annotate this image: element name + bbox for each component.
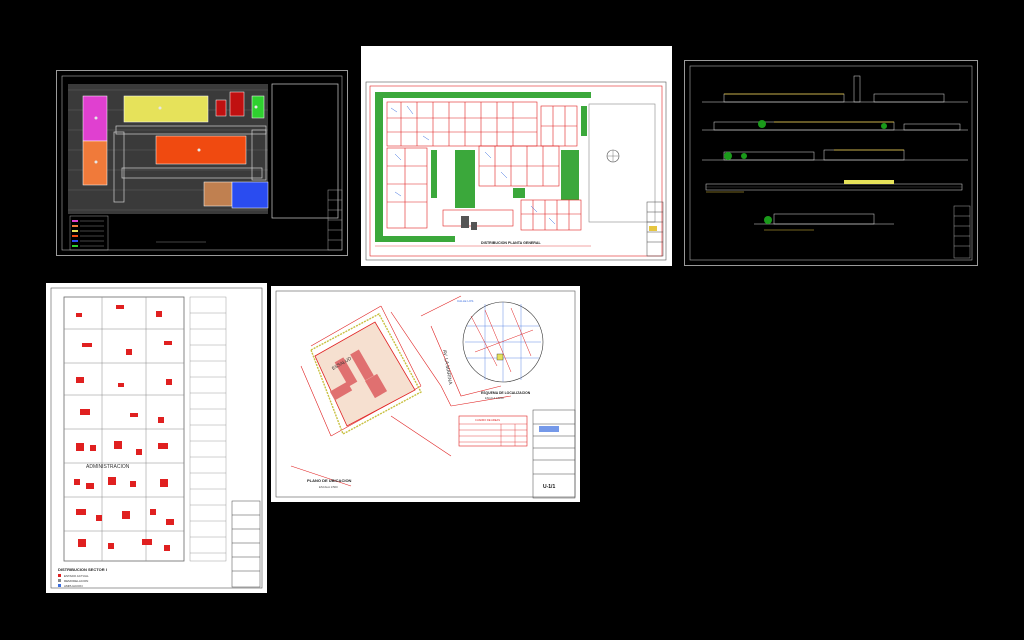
zone-green [251, 95, 265, 119]
sector-legend-item: AMPLIACION [64, 584, 83, 588]
sector-room-label: ADMINISTRACION [86, 464, 130, 470]
sector-legend-title: DISTRIBUCION SECTOR I [58, 567, 107, 572]
plan-scale: ESCALA 1/500 [319, 485, 338, 489]
location-plan-drawing: ESSALUD AV. LA MARINA CALLE LOS ESQUEMA … [271, 286, 580, 502]
zone-red-small-2 [229, 91, 245, 117]
location-inset-scale: ESCALA 1/5000 [485, 396, 504, 400]
zone-blue [231, 181, 269, 209]
street-top-label: CALLE LOS [457, 299, 473, 303]
floor-plan-drawing: DISTRIBUCION PLANTA GENERAL [361, 46, 672, 266]
elevations-sheet[interactable] [684, 60, 978, 266]
location-inset-title: ESQUEMA DE LOCALIZACION [481, 391, 531, 395]
zone-yellow [123, 95, 209, 123]
elevations-drawing [684, 60, 978, 266]
sector-legend-item: ESTADO ACTUAL [64, 574, 89, 578]
location-inset [462, 301, 544, 383]
sheet-code: U-1/1 [543, 484, 555, 490]
area-table-title: CUADRO DE AREAS [475, 418, 500, 422]
plan-title: PLANO DE UBICACION [307, 478, 352, 483]
floor-plan-caption: DISTRIBUCION PLANTA GENERAL [481, 241, 541, 245]
site-color-plan-drawing [56, 70, 348, 256]
sector-plan-drawing: ADMINISTRACION DISTRIBUCION SECTOR I EST… [46, 283, 267, 593]
floor-plan-sheet[interactable]: DISTRIBUCION PLANTA GENERAL [361, 46, 672, 266]
site-color-plan-sheet[interactable] [56, 70, 348, 256]
area-table: CUADRO DE AREAS [458, 415, 528, 447]
sector-legend-item: REMODELACION [64, 579, 88, 583]
zone-red-large [155, 135, 247, 165]
zone-red-small-1 [215, 99, 227, 117]
zone-brown [203, 181, 233, 207]
location-plan-sheet[interactable]: ESSALUD AV. LA MARINA CALLE LOS ESQUEMA … [271, 286, 580, 502]
sector-plan-sheet[interactable]: ADMINISTRACION DISTRIBUCION SECTOR I EST… [46, 283, 267, 593]
